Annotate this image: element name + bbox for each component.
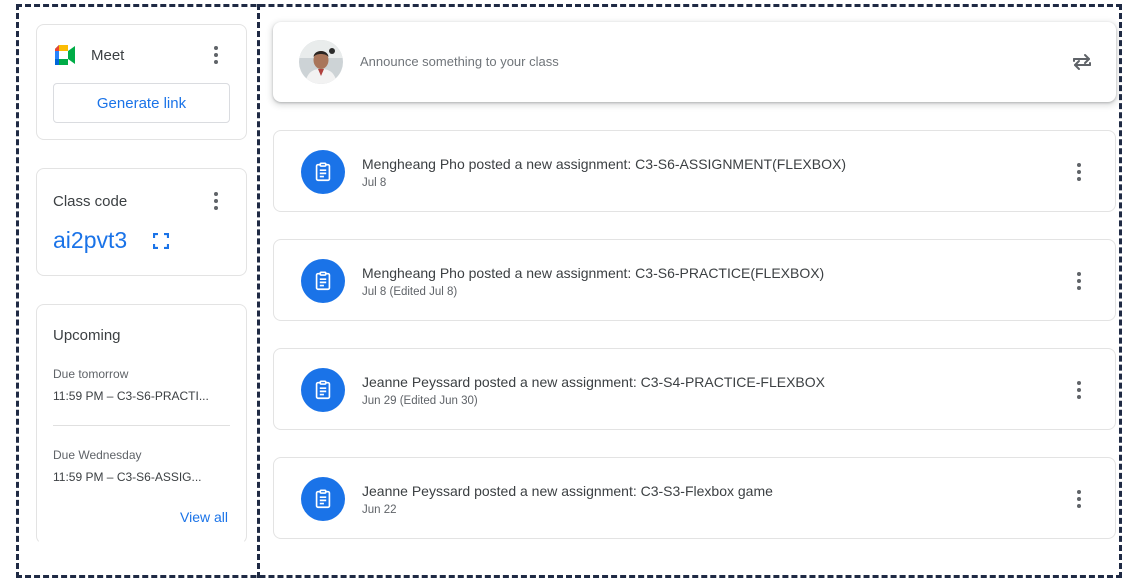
- announce-placeholder: Announce something to your class: [360, 54, 559, 69]
- google-meet-icon: [55, 45, 75, 65]
- upcoming-title: Upcoming: [53, 327, 121, 344]
- fullscreen-icon[interactable]: [153, 233, 169, 249]
- repost-icon[interactable]: [1070, 50, 1094, 74]
- announce-box[interactable]: Announce something to your class: [273, 22, 1116, 102]
- post-title: Mengheang Pho posted a new assignment: C…: [362, 265, 825, 281]
- assignment-icon: [301, 477, 345, 521]
- divider: [53, 425, 230, 426]
- class-code-card: Class code ai2pvt3: [36, 168, 247, 276]
- post-date: Jul 8: [362, 177, 387, 189]
- class-code-more-icon[interactable]: [204, 189, 228, 213]
- class-code-value: ai2pvt3: [53, 227, 128, 253]
- post-date: Jun 22: [362, 504, 397, 516]
- upcoming-task-link[interactable]: 11:59 PM – C3-S6-ASSIG...: [53, 470, 233, 484]
- due-label: Due Wednesday: [53, 448, 142, 462]
- stream-post[interactable]: Mengheang Pho posted a new assignment: C…: [273, 130, 1116, 212]
- generate-link-button[interactable]: Generate link: [53, 83, 230, 123]
- class-code-label: Class code: [53, 193, 128, 210]
- due-label: Due tomorrow: [53, 367, 129, 381]
- upcoming-card: Upcoming Due tomorrow 11:59 PM – C3-S6-P…: [36, 304, 247, 544]
- view-all-link[interactable]: View all: [180, 509, 228, 525]
- post-title: Jeanne Peyssard posted a new assignment:…: [362, 374, 825, 390]
- stream-post[interactable]: Jeanne Peyssard posted a new assignment:…: [273, 348, 1116, 430]
- meet-card: Meet Generate link: [36, 24, 247, 140]
- assignment-icon: [301, 259, 345, 303]
- stream-post[interactable]: Jeanne Peyssard posted a new assignment:…: [273, 457, 1116, 539]
- highlight-divider: [257, 4, 260, 578]
- post-more-icon[interactable]: [1067, 487, 1091, 511]
- meet-header: Meet: [53, 45, 124, 65]
- post-more-icon[interactable]: [1067, 378, 1091, 402]
- post-more-icon[interactable]: [1067, 269, 1091, 293]
- post-title: Jeanne Peyssard posted a new assignment:…: [362, 483, 773, 499]
- post-date: Jun 29 (Edited Jun 30): [362, 395, 478, 407]
- assignment-icon: [301, 150, 345, 194]
- stream-post[interactable]: Mengheang Pho posted a new assignment: C…: [273, 239, 1116, 321]
- assignment-icon: [301, 368, 345, 412]
- upcoming-task-link[interactable]: 11:59 PM – C3-S6-PRACTI...: [53, 389, 233, 403]
- avatar: [299, 40, 343, 84]
- post-title: Mengheang Pho posted a new assignment: C…: [362, 156, 846, 172]
- post-date: Jul 8 (Edited Jul 8): [362, 286, 458, 298]
- post-more-icon[interactable]: [1067, 160, 1091, 184]
- meet-title: Meet: [91, 46, 125, 64]
- meet-more-icon[interactable]: [204, 43, 228, 67]
